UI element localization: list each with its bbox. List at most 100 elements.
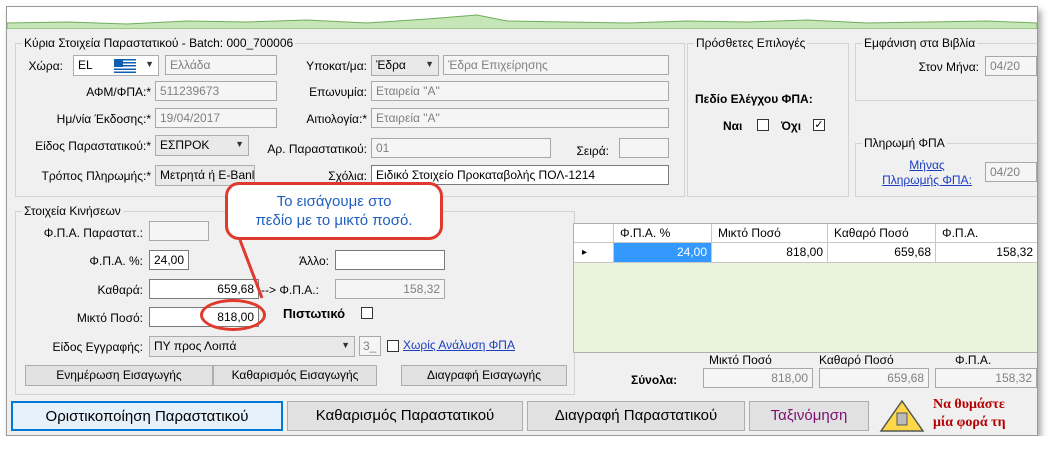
reason-label: Αιτιολογία:* (306, 112, 367, 126)
grid-header-vat-percent[interactable]: Φ.Π.Α. % (614, 224, 712, 243)
callout-line1: Το εισάγουμε στο (276, 193, 392, 210)
books-title: Εμφάνιση στα Βιβλία (862, 36, 978, 50)
other-label: Άλλο: (299, 254, 329, 268)
no-label: Όχι (781, 119, 802, 133)
row-indicator-icon[interactable]: ▸ (574, 243, 614, 263)
delete-document-button[interactable]: Διαγραφή Παραστατικού (527, 401, 745, 431)
grid-header-gross[interactable]: Μικτό Ποσό (712, 224, 828, 243)
checkmark-icon: ✓ (814, 119, 824, 131)
gross-amount-label: Μικτό Ποσό: (76, 311, 143, 325)
entry-type-value: ΠΥ προς Λοιπά (154, 339, 237, 353)
grid-cell-gross[interactable]: 818,00 (712, 243, 828, 263)
grid-cell-vat-percent[interactable]: 24,00 (614, 243, 712, 263)
branch-description-field[interactable]: Έδρα Επιχείρησης (443, 55, 669, 75)
payment-method-value: Μετρητά ή E-Banl (160, 168, 255, 182)
document-number-label: Αρ. Παραστατικού: (267, 142, 367, 156)
credit-checkbox[interactable] (361, 307, 373, 319)
greek-flag-icon (114, 59, 136, 73)
vat-payment-month-link[interactable]: Μήνας (869, 158, 985, 172)
vat-doc-field[interactable] (149, 221, 209, 241)
clear-document-button[interactable]: Καθαρισμός Παραστατικού (287, 401, 523, 431)
credit-label: Πιστωτικό (283, 306, 346, 321)
vat-arrow-label: --> Φ.Π.Α.: (261, 283, 319, 297)
totals-gross-field[interactable]: 818,00 (703, 368, 813, 388)
no-vat-analysis-checkbox[interactable] (387, 340, 399, 352)
annotation-callout: Το εισάγουμε στο πεδίο με το μικτό ποσό. (225, 182, 443, 240)
gross-amount-highlight-ring (200, 299, 266, 331)
totals-gross-header: Μικτό Ποσό (709, 353, 772, 367)
callout-line2: πεδίο με το μικτό ποσό. (255, 212, 413, 229)
net-amount-label: Καθαρά: (97, 283, 143, 297)
update-entry-button[interactable]: Ενημέρωση Εισαγωγής (25, 365, 213, 386)
payment-method-label: Τρόπος Πληρωμής:* (41, 169, 151, 183)
company-name-field[interactable]: Εταιρεία "Α" (371, 81, 669, 101)
grid-cell-vat[interactable]: 158,32 (936, 243, 1037, 263)
chevron-down-icon: ▼ (145, 59, 154, 69)
issue-date-label: Ημ/νία Έκδοσης:* (56, 112, 151, 126)
options-title: Πρόσθετες Επιλογές (694, 36, 808, 50)
grid-header-net[interactable]: Καθαρό Ποσό (828, 224, 936, 243)
yes-label: Ναι (723, 119, 743, 133)
delete-entry-button[interactable]: Διαγραφή Εισαγωγής (401, 365, 567, 386)
country-name-field[interactable]: Ελλάδα (165, 55, 277, 75)
finalize-document-button[interactable]: Οριστικοποίηση Παραστατικού (11, 401, 283, 431)
vat-payment-month-link-line2[interactable]: Πληρωμής ΦΠΑ: (869, 173, 985, 187)
callout-pointer-icon (238, 239, 264, 299)
totals-net-field[interactable]: 659,68 (819, 368, 929, 388)
country-code: EL (78, 58, 93, 72)
books-month-field[interactable]: 04/20 (985, 56, 1037, 76)
warning-icon (879, 399, 925, 433)
entry-type-label: Είδος Εγγραφής: (52, 340, 143, 354)
entry-type-select[interactable]: ΠΥ προς Λοιπά ▼ (149, 336, 355, 357)
doctype-value: ΕΣΠΡΟΚ (160, 138, 210, 152)
sort-button[interactable]: Ταξινόμηση (749, 401, 869, 431)
entry-type-code-field[interactable]: 3_ (359, 336, 381, 356)
country-label: Χώρα: (28, 59, 63, 73)
movements-title: Στοιχεία Κινήσεων (22, 204, 123, 218)
document-number-field[interactable]: 01 (371, 138, 551, 158)
chevron-down-icon: ▼ (341, 340, 350, 350)
books-month-label: Στον Μήνα: (918, 60, 979, 74)
series-field[interactable] (619, 138, 669, 158)
yes-checkbox[interactable] (757, 119, 769, 131)
chevron-down-icon: ▼ (235, 139, 244, 149)
totals-vat-field[interactable]: 158,32 (935, 368, 1037, 388)
app-window: Κύρια Στοιχεία Παραστατικού - Batch: 000… (6, 6, 1038, 436)
country-select[interactable]: EL ▼ (73, 55, 159, 76)
grid-corner-header (574, 224, 614, 243)
entries-grid[interactable]: Φ.Π.Α. % Μικτό Ποσό Καθαρό Ποσό Φ.Π.Α. ▸… (573, 223, 1037, 353)
no-checkbox[interactable]: ✓ (813, 119, 825, 131)
vat-doc-label: Φ.Π.Α. Παραστατ.: (43, 226, 143, 240)
totals-vat-header: Φ.Π.Α. (955, 353, 992, 367)
warning-text-line1: Να θυμάστε (933, 397, 1005, 412)
afm-label: ΑΦΜ/ΦΠΑ:* (86, 85, 151, 99)
chart-strip (7, 7, 1037, 30)
doctype-select[interactable]: ΕΣΠΡΟΚ ▼ (155, 135, 249, 156)
doctype-label: Είδος Παραστατικού:* (35, 139, 151, 153)
no-vat-analysis-link[interactable]: Χωρίς Ανάλυση ΦΠΑ (403, 338, 515, 352)
activity-chart-strip (7, 14, 1037, 30)
branch-label: Υποκατ/μα: (306, 59, 367, 73)
vat-amount-field[interactable]: 158,32 (335, 279, 445, 299)
other-field[interactable] (335, 250, 445, 270)
chevron-down-icon: ▼ (425, 59, 434, 69)
vat-payment-field[interactable]: 04/20 (985, 162, 1037, 182)
totals-label: Σύνολα: (631, 373, 678, 387)
series-label: Σειρά: (576, 144, 609, 158)
totals-net-header: Καθαρό Ποσό (819, 353, 894, 367)
vat-percent-label: Φ.Π.Α. %: (89, 254, 143, 268)
vat-check-label: Πεδίο Ελέγχου ΦΠΑ: (695, 92, 813, 106)
main-details-title: Κύρια Στοιχεία Παραστατικού - Batch: 000… (22, 36, 296, 50)
grid-cell-net[interactable]: 659,68 (828, 243, 936, 263)
grid-header-vat[interactable]: Φ.Π.Α. (936, 224, 1037, 243)
reason-field[interactable]: Εταιρεία "Α" (371, 108, 669, 128)
branch-select[interactable]: Έδρα ▼ (371, 55, 439, 76)
company-name-label: Επωνυμία: (309, 85, 367, 99)
clear-entry-button[interactable]: Καθαρισμός Εισαγωγής (213, 365, 377, 386)
vat-payment-title: Πληρωμή ΦΠΑ (862, 136, 947, 150)
warning-text-line2: μία φορά τη (933, 415, 1006, 430)
vat-percent-field[interactable]: 24,00 (149, 250, 189, 270)
branch-value: Έδρα (376, 58, 406, 72)
torn-edge (0, 436, 1051, 451)
comments-label: Σχόλια: (328, 169, 367, 183)
